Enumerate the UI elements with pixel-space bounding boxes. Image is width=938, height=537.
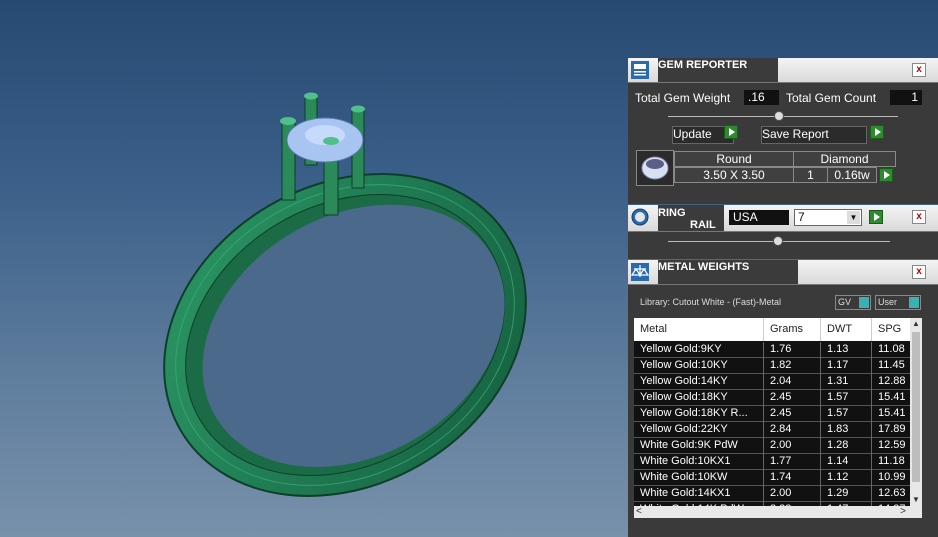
gv-label: GV <box>838 297 852 307</box>
gem-slider-knob[interactable] <box>774 111 784 121</box>
table-row[interactable]: White Gold:10KW 1.74 1.12 10.99 <box>634 470 922 486</box>
gem-material: Diamond <box>793 151 896 167</box>
table-header: Metal Grams DWT SPG <box>634 318 922 341</box>
library-label: Library: Cutout White - (Fast)-Metal <box>640 297 782 307</box>
table-row[interactable]: Yellow Gold:10KY 1.82 1.17 11.45 <box>634 358 922 374</box>
user-label: User <box>878 297 898 307</box>
table-row[interactable]: Yellow Gold:18KY 2.45 1.57 15.41 <box>634 390 922 406</box>
cell-grams: 2.45 <box>764 406 821 422</box>
cell-grams: 2.45 <box>764 390 821 406</box>
metal-weights-titlebar[interactable]: METAL WEIGHTS x <box>628 260 938 285</box>
ring-rail-play-icon[interactable] <box>869 210 883 224</box>
gem-reporter-title: GEM REPORTER <box>658 58 778 82</box>
total-gem-count-label: Total Gem Count <box>786 91 877 105</box>
save-report-button[interactable]: Save Report <box>761 126 867 144</box>
cell-metal: Yellow Gold:9KY <box>634 342 764 358</box>
scrollbar-thumb[interactable] <box>912 332 920 482</box>
cell-dwt: 1.29 <box>821 486 872 502</box>
cell-dwt: 1.12 <box>821 470 872 486</box>
cell-dwt: 1.17 <box>821 358 872 374</box>
cell-metal: Yellow Gold:18KY R... <box>634 406 764 422</box>
3d-viewport[interactable] <box>0 0 628 537</box>
column-header-metal[interactable]: Metal <box>634 318 764 341</box>
ring-model <box>163 92 527 497</box>
horizontal-scrollbar[interactable]: < > <box>634 506 922 518</box>
gem-count: 1 <box>793 167 828 183</box>
cell-grams: 2.00 <box>764 486 821 502</box>
column-header-dwt[interactable]: DWT <box>821 318 872 341</box>
close-icon[interactable]: x <box>912 210 926 224</box>
scroll-right-icon[interactable]: > <box>900 506 906 518</box>
cell-dwt: 1.28 <box>821 438 872 454</box>
gem-reporter-icon <box>631 61 649 79</box>
cell-metal: Yellow Gold:18KY <box>634 390 764 406</box>
scroll-left-icon[interactable]: < <box>636 506 642 518</box>
table-row[interactable]: White Gold:9K PdW 2.00 1.28 12.59 <box>634 438 922 454</box>
metal-scale-icon <box>630 263 650 281</box>
ring-rail-panel: RING RAIL USA 7 ▼ x <box>628 205 938 259</box>
table-row[interactable]: White Gold:14KX1 2.00 1.29 12.63 <box>634 486 922 502</box>
round-gem-icon <box>641 156 669 180</box>
ring-standard-field[interactable]: USA <box>729 210 789 225</box>
cell-grams: 1.77 <box>764 454 821 470</box>
cell-grams: 1.74 <box>764 470 821 486</box>
total-gem-weight-label: Total Gem Weight <box>635 91 731 105</box>
gem-weight: 0.16tw <box>827 167 877 183</box>
cell-metal: White Gold:10KX1 <box>634 454 764 470</box>
cell-dwt: 1.14 <box>821 454 872 470</box>
cell-metal: White Gold:10KW <box>634 470 764 486</box>
vertical-scrollbar[interactable]: ▲ ▼ <box>910 318 922 506</box>
table-row[interactable]: Yellow Gold:18KY R... 2.45 1.57 15.41 <box>634 406 922 422</box>
gem-thumbnail[interactable] <box>636 150 674 186</box>
ring-icon <box>631 208 649 226</box>
save-report-play-icon[interactable] <box>870 125 884 139</box>
metal-weights-table[interactable]: Metal Grams DWT SPG Yellow Gold:9KY 1.76 1… <box>634 318 922 518</box>
table-row[interactable]: Yellow Gold:9KY 1.76 1.13 11.08 <box>634 342 922 358</box>
cell-dwt: 1.57 <box>821 406 872 422</box>
column-header-grams[interactable]: Grams <box>764 318 821 341</box>
update-play-icon[interactable] <box>724 125 738 139</box>
metal-weights-title: METAL WEIGHTS <box>658 260 798 284</box>
cell-dwt: 1.83 <box>821 422 872 438</box>
cell-dwt: 1.57 <box>821 390 872 406</box>
cell-grams: 2.84 <box>764 422 821 438</box>
gem-reporter-panel: GEM REPORTER x Total Gem Weight .16 Tota… <box>628 58 938 204</box>
user-indicator <box>909 297 919 308</box>
gem-shape: Round <box>674 151 794 167</box>
gem-play-icon[interactable] <box>879 168 893 182</box>
ring-size-value: 7 <box>798 210 805 224</box>
scroll-down-icon[interactable]: ▼ <box>910 494 922 506</box>
chevron-down-icon[interactable]: ▼ <box>847 211 860 224</box>
gv-toggle[interactable]: GV <box>835 295 871 310</box>
cell-grams: 2.00 <box>764 438 821 454</box>
cell-grams: 1.76 <box>764 342 821 358</box>
total-gem-weight-value: .16 <box>744 90 779 105</box>
cell-metal: Yellow Gold:14KY <box>634 374 764 390</box>
table-row[interactable]: White Gold:10KX1 1.77 1.14 11.18 <box>634 454 922 470</box>
cell-dwt: 1.31 <box>821 374 872 390</box>
gv-indicator <box>859 297 869 308</box>
table-row[interactable]: Yellow Gold:14KY 2.04 1.31 12.88 <box>634 374 922 390</box>
cell-dwt: 1.13 <box>821 342 872 358</box>
ring-slider-knob[interactable] <box>773 236 783 246</box>
cell-metal: Yellow Gold:10KY <box>634 358 764 374</box>
cell-metal: Yellow Gold:22KY <box>634 422 764 438</box>
cell-grams: 2.04 <box>764 374 821 390</box>
close-icon[interactable]: x <box>912 63 926 77</box>
total-gem-count-value: 1 <box>890 90 922 105</box>
table-row[interactable]: Yellow Gold:22KY 2.84 1.83 17.89 <box>634 422 922 438</box>
ring-rail-titlebar[interactable]: RING RAIL USA 7 ▼ x <box>628 205 938 232</box>
scroll-up-icon[interactable]: ▲ <box>910 318 922 330</box>
close-icon[interactable]: x <box>912 265 926 279</box>
cell-metal: White Gold:9K PdW <box>634 438 764 454</box>
cell-grams: 1.82 <box>764 358 821 374</box>
gem-size: 3.50 X 3.50 <box>674 167 794 183</box>
ring-rail-title-line1: RING <box>658 207 686 219</box>
ring-size-dropdown[interactable]: 7 ▼ <box>794 209 862 226</box>
ring-rail-title-line2: RAIL <box>690 219 716 231</box>
gem-reporter-titlebar[interactable]: GEM REPORTER x <box>628 58 938 83</box>
cell-metal: White Gold:14KX1 <box>634 486 764 502</box>
user-toggle[interactable]: User <box>875 295 921 310</box>
